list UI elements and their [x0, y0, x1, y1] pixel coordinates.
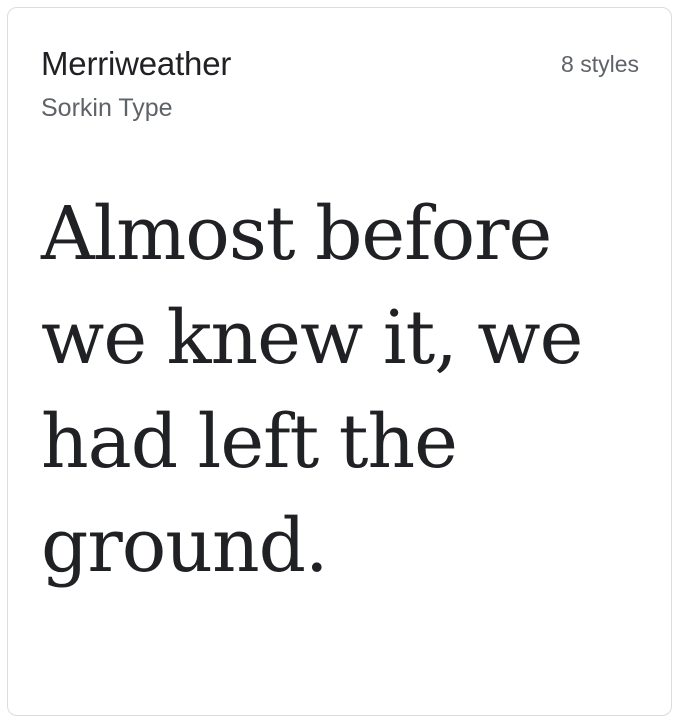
font-family-name[interactable]: Merriweather: [41, 44, 231, 84]
styles-count: 8 styles: [561, 51, 639, 77]
font-sample-text: Almost before we knew it, we had left th…: [41, 191, 583, 589]
font-designer[interactable]: Sorkin Type: [41, 92, 173, 124]
font-card[interactable]: Merriweather Sorkin Type 8 styles Almost…: [7, 7, 672, 716]
